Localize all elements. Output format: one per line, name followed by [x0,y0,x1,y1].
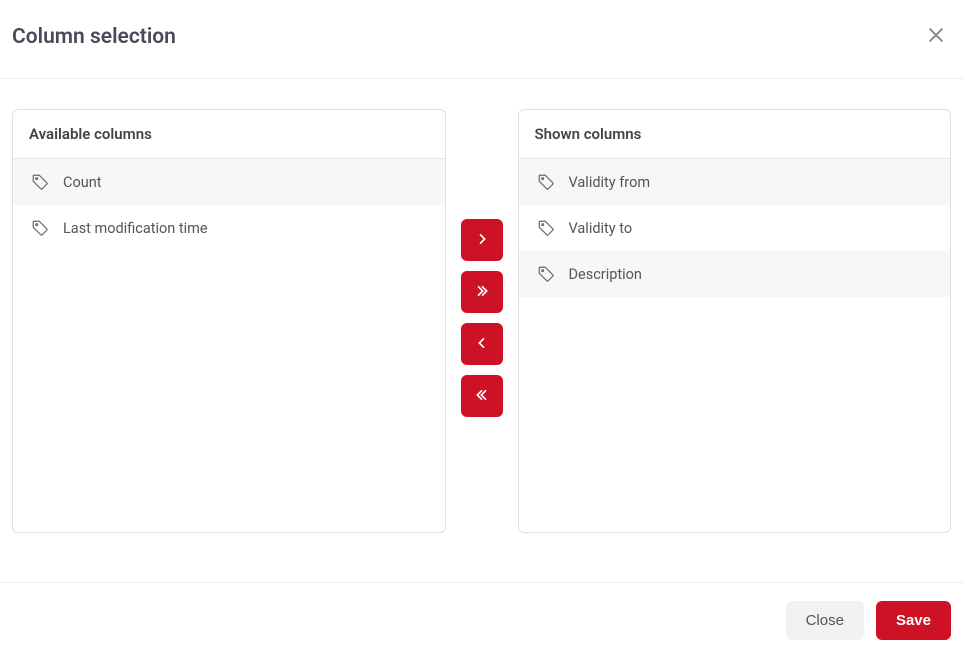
available-columns-panel: Available columns Count Last modificatio… [12,109,446,533]
save-button[interactable]: Save [876,601,951,640]
tag-icon [31,219,49,237]
list-item-label: Count [63,174,101,191]
list-item[interactable]: Validity to [519,205,951,251]
tag-icon [537,173,555,191]
tag-icon [31,173,49,191]
list-item-label: Validity to [569,220,633,237]
list-item[interactable]: Description [519,251,951,297]
list-item-label: Last modification time [63,220,208,237]
available-columns-list: Count Last modification time [13,159,445,251]
shown-columns-list: Validity from Validity to Description [519,159,951,297]
double-chevron-left-icon [474,387,490,406]
list-item-label: Description [569,266,642,283]
double-chevron-right-icon [474,283,490,302]
dialog-body: Available columns Count Last modificatio… [0,79,963,543]
available-columns-header: Available columns [13,110,445,159]
chevron-left-icon [474,335,490,354]
chevron-right-icon [474,231,490,250]
shown-columns-panel: Shown columns Validity from Validity to … [518,109,952,533]
list-item-label: Validity from [569,174,651,191]
dialog-footer: Close Save [0,582,963,658]
shown-columns-header: Shown columns [519,110,951,159]
move-right-button[interactable] [461,219,503,261]
move-left-button[interactable] [461,323,503,365]
transfer-controls [446,109,518,533]
list-item[interactable]: Validity from [519,159,951,205]
list-item[interactable]: Last modification time [13,205,445,251]
tag-icon [537,265,555,283]
list-item[interactable]: Count [13,159,445,205]
move-all-left-button[interactable] [461,375,503,417]
dialog-header: Column selection [0,0,963,78]
dialog-title: Column selection [12,25,176,49]
close-icon[interactable] [921,20,951,54]
move-all-right-button[interactable] [461,271,503,313]
tag-icon [537,219,555,237]
close-button[interactable]: Close [786,601,864,640]
